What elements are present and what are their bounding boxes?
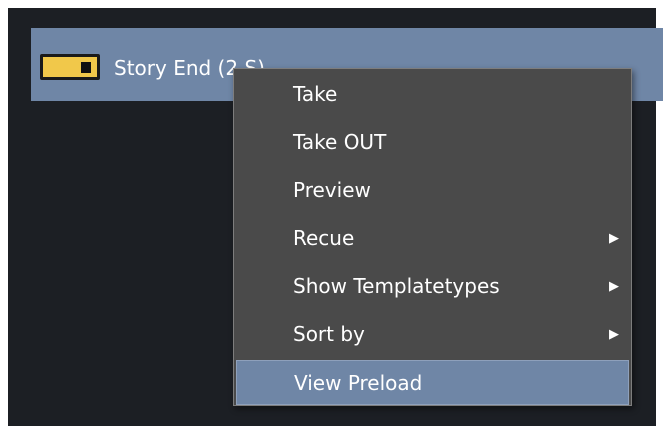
submenu-arrow-icon: ▶ [609,231,619,246]
menu-item-sort-by[interactable]: Sort by ▶ [236,312,629,357]
context-menu: Take Take OUT Preview Recue ▶ Show Templ… [233,68,632,406]
menu-item-take[interactable]: Take [236,72,629,117]
app-window: Story End (2 S) Take Take OUT Preview Re… [0,0,663,437]
menu-item-label: View Preload [294,371,423,395]
menu-item-recue[interactable]: Recue ▶ [236,216,629,261]
submenu-arrow-icon: ▶ [609,279,619,294]
submenu-arrow-icon: ▶ [609,327,619,342]
story-toggle-icon[interactable] [40,54,100,80]
menu-item-label: Take [293,82,338,106]
menu-item-label: Sort by [293,322,365,346]
menu-item-label: Recue [293,226,355,250]
menu-item-label: Show Templatetypes [293,274,500,298]
menu-item-preview[interactable]: Preview [236,168,629,213]
menu-item-label: Preview [293,178,371,202]
menu-item-show-templatetypes[interactable]: Show Templatetypes ▶ [236,264,629,309]
menu-item-take-out[interactable]: Take OUT [236,120,629,165]
toggle-knob [81,62,91,73]
menu-item-label: Take OUT [293,130,387,154]
menu-item-view-preload[interactable]: View Preload [236,360,629,405]
